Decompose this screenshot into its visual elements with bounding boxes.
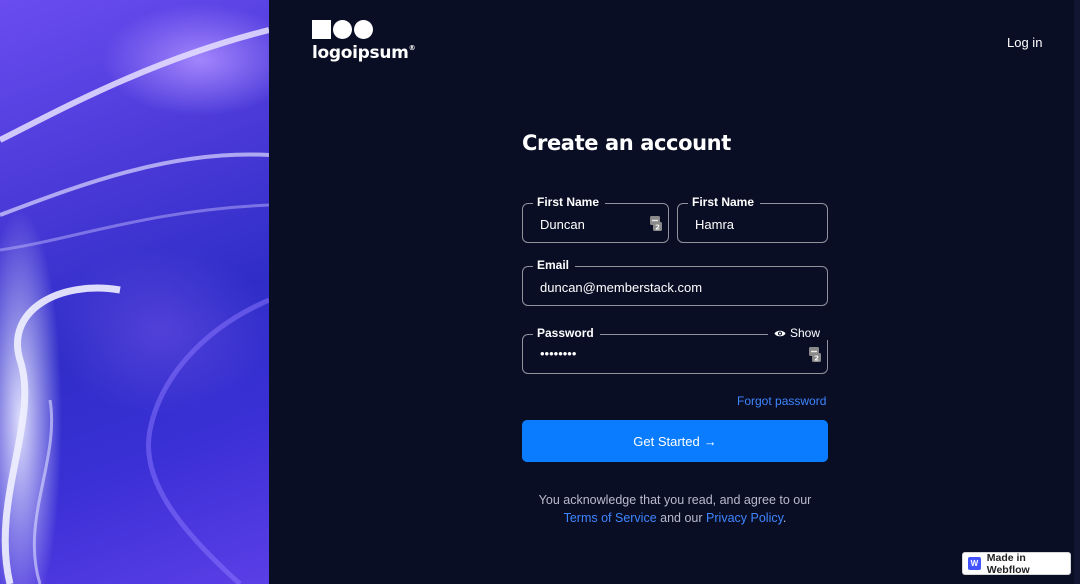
email-value: duncan@memberstack.com — [540, 280, 703, 295]
show-password-toggle[interactable]: Show — [767, 326, 828, 340]
password-manager-icon[interactable]: 2 — [809, 347, 821, 362]
registered-mark: ® — [408, 44, 416, 52]
scrollbar[interactable] — [1074, 0, 1080, 584]
login-link[interactable]: Log in — [1007, 35, 1042, 50]
legal-text: You acknowledge that you read, and agree… — [538, 493, 812, 507]
first-name-field[interactable]: First Name Duncan 2 — [522, 195, 669, 243]
eye-icon — [774, 330, 786, 336]
svg-text:2: 2 — [814, 355, 819, 362]
brand-name: logoipsum — [312, 43, 409, 63]
forgot-password-link[interactable]: Forgot password — [737, 394, 826, 408]
get-started-label: Get Started — [633, 433, 700, 449]
email-field[interactable]: Email duncan@memberstack.com — [522, 258, 828, 306]
last-name-value: Hamra — [695, 217, 735, 232]
legal-period: . — [782, 511, 787, 525]
get-started-button[interactable]: Get Started → — [522, 420, 828, 462]
svg-text:2: 2 — [655, 224, 660, 231]
privacy-link[interactable]: Privacy Policy — [706, 511, 783, 525]
password-value: •••••••• — [540, 346, 577, 361]
password-manager-icon[interactable]: 2 — [650, 216, 662, 231]
logo-mark-icon — [312, 19, 415, 39]
password-field[interactable]: Password •••••••• Show 2 — [522, 326, 828, 374]
webflow-icon: W — [968, 557, 981, 570]
made-in-webflow-badge[interactable]: W Made in Webflow — [962, 551, 1071, 576]
hero-artwork — [0, 0, 269, 584]
show-password-label: Show — [789, 326, 820, 340]
first-name-value: Duncan — [540, 217, 585, 232]
arrow-right-icon: → — [703, 433, 717, 449]
legal-notice: You acknowledge that you read, and agree… — [522, 491, 828, 527]
legal-and-text: and our — [660, 511, 703, 525]
terms-link[interactable]: Terms of Service — [564, 511, 657, 525]
page-title: Create an account — [522, 131, 731, 155]
first-name-label: First Name — [533, 195, 606, 209]
password-label: Password — [533, 326, 600, 340]
last-name-field[interactable]: First Name Hamra — [677, 195, 828, 243]
brand-logo[interactable]: logoipsum® — [312, 19, 416, 63]
badge-label: Made in Webflow — [986, 551, 1030, 576]
email-label: Email — [533, 258, 576, 272]
last-name-label: First Name — [688, 195, 761, 209]
